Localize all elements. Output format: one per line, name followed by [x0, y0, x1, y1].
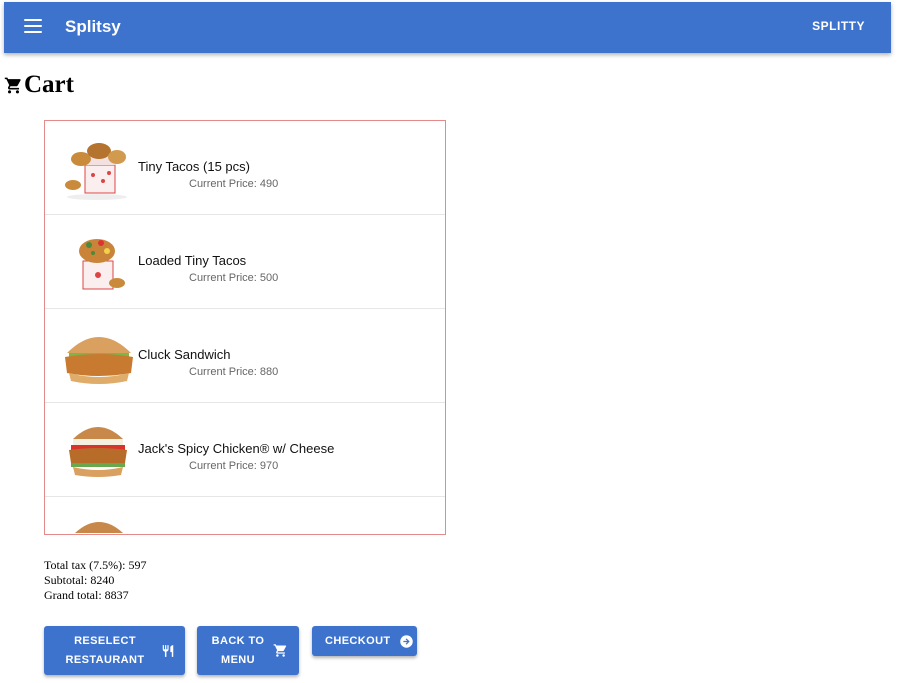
back-to-menu-button[interactable]: BACK TO MENU — [197, 626, 299, 675]
cart-item[interactable] — [45, 497, 445, 534]
item-price: Current Price: 490 — [189, 178, 279, 190]
item-name: Loaded Tiny Tacos — [138, 253, 247, 268]
item-name: Cluck Sandwich — [138, 347, 231, 362]
arrow-right-circle-icon — [399, 634, 413, 648]
reselect-restaurant-button[interactable]: RESELECT RESTAURANT — [44, 626, 185, 675]
back-label-line1: BACK TO — [211, 634, 265, 647]
item-price: Current Price: 500 — [189, 272, 279, 284]
page-heading: Cart — [4, 68, 74, 102]
back-label-line2: MENU — [221, 653, 255, 666]
item-name: Tiny Tacos (15 pcs) — [138, 159, 250, 174]
tiny-tacos-image — [65, 143, 127, 200]
cart-item[interactable]: Cluck Sandwich Current Price: 880 — [45, 309, 445, 403]
splitty-button[interactable]: SPLITTY — [812, 19, 865, 33]
sandwich-image — [75, 522, 123, 533]
cart-item[interactable]: Loaded Tiny Tacos Current Price: 500 — [45, 215, 445, 309]
shopping-cart-icon — [273, 644, 287, 657]
loaded-tiny-tacos-image — [79, 239, 125, 290]
hamburger-menu-icon[interactable] — [24, 19, 42, 33]
cluck-sandwich-image — [65, 337, 133, 384]
item-price: Current Price: 880 — [189, 366, 279, 378]
reselect-label-line2: RESTAURANT — [65, 653, 145, 666]
subtotal: Subtotal: 8240 — [44, 573, 115, 587]
item-price: Current Price: 970 — [189, 460, 279, 472]
cart-item[interactable]: Jack's Spicy Chicken® w/ Cheese Current … — [45, 403, 445, 497]
restaurant-icon — [162, 644, 174, 657]
back-to-menu-label: BACK TO MENU — [209, 632, 267, 670]
grand-total: Grand total: 8837 — [44, 588, 129, 602]
checkout-button[interactable]: CHECKOUT — [312, 626, 417, 656]
shopping-cart-icon — [4, 77, 21, 93]
app-bar: Splitsy SPLITTY — [4, 2, 891, 53]
cart-list[interactable]: Tiny Tacos (15 pcs) Current Price: 490 L… — [44, 120, 446, 535]
spicy-chicken-sandwich-image — [69, 427, 127, 477]
app-title: Splitsy — [65, 17, 121, 36]
page-title: Cart — [24, 71, 74, 98]
checkout-label: CHECKOUT — [325, 635, 391, 647]
order-totals: Total tax (7.5%): 597 Subtotal: 8240 Gra… — [44, 558, 146, 603]
item-name: Jack's Spicy Chicken® w/ Cheese — [138, 441, 335, 456]
total-tax: Total tax (7.5%): 597 — [44, 558, 147, 572]
reselect-restaurant-label: RESELECT RESTAURANT — [59, 632, 151, 670]
reselect-label-line1: RESELECT — [74, 634, 136, 647]
cart-item[interactable]: Tiny Tacos (15 pcs) Current Price: 490 — [45, 121, 445, 215]
